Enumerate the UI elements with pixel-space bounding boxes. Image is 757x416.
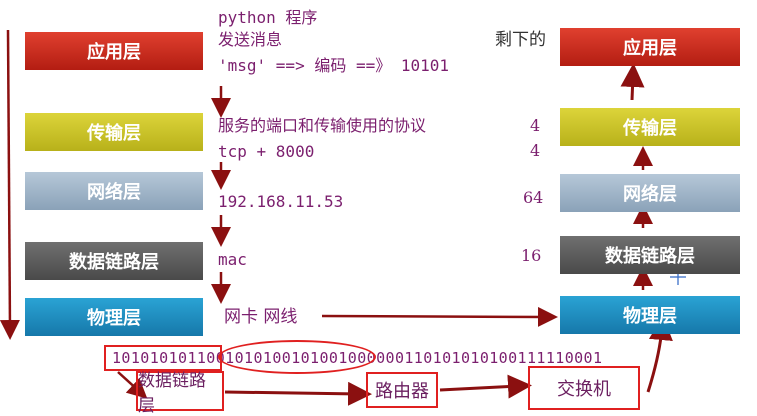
left-application-layer: 应用层 bbox=[25, 32, 203, 70]
note-tcp-port: tcp + 8000 bbox=[218, 142, 315, 161]
note-send-message: 发送消息 bbox=[218, 30, 283, 49]
number-transport-2: 4 bbox=[530, 141, 541, 160]
note-encode: 'msg' ==> 编码 ==》 10101 bbox=[218, 56, 450, 75]
number-network: 64 bbox=[523, 188, 544, 207]
right-network-layer: 网络层 bbox=[560, 174, 740, 212]
note-ip-address: 192.168.11.53 bbox=[218, 192, 344, 211]
right-physical-layer: 物理层 bbox=[560, 296, 740, 334]
box-datalink: 数据链路层 bbox=[136, 371, 224, 416]
note-transport-desc: 服务的端口和传输使用的协议 bbox=[218, 116, 427, 135]
number-transport-1: 4 bbox=[530, 116, 541, 135]
left-datalink-layer: 数据链路层 bbox=[25, 242, 203, 280]
note-remaining: 剩下的 bbox=[495, 30, 546, 50]
right-application-layer: 应用层 bbox=[560, 28, 740, 66]
bit-stream-part-3: 00000110101010100111110001 bbox=[357, 349, 603, 367]
note-mac: mac bbox=[218, 250, 247, 269]
right-datalink-layer: 数据链路层 bbox=[560, 236, 740, 274]
note-python-program: python 程序 bbox=[218, 8, 318, 27]
left-network-layer: 网络层 bbox=[25, 172, 203, 210]
highlight-oval bbox=[218, 340, 376, 374]
left-transport-layer: 传输层 bbox=[25, 113, 203, 151]
box-router: 路由器 bbox=[366, 372, 438, 408]
left-physical-layer: 物理层 bbox=[25, 298, 203, 336]
box-switch: 交换机 bbox=[528, 366, 640, 410]
right-transport-layer: 传输层 bbox=[560, 108, 740, 146]
left-down-arrow bbox=[0, 29, 20, 340]
number-datalink: 16 bbox=[521, 246, 542, 265]
note-nic-cable: 网卡 网线 bbox=[224, 307, 298, 327]
